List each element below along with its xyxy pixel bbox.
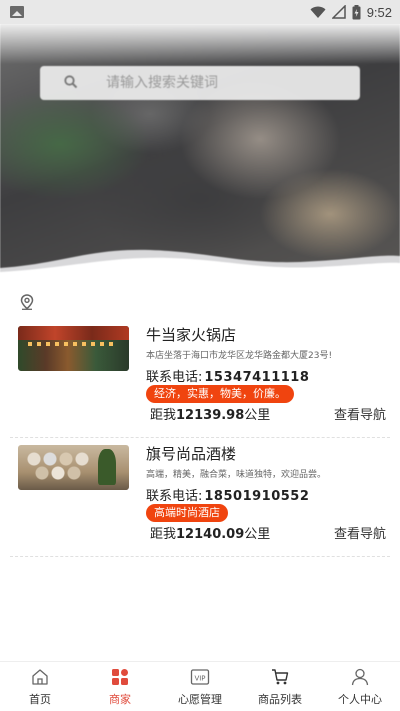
- shop-name[interactable]: 旗号尚品酒楼: [146, 443, 236, 464]
- shop-phone: 联系电话: 15347411118: [146, 366, 309, 385]
- shop-name[interactable]: 牛当家火锅店: [146, 324, 236, 345]
- tab-label: 心愿管理: [178, 693, 222, 706]
- shop-distance: 距我12140.09公里: [150, 527, 271, 542]
- tab-wishlist[interactable]: VIP 心愿管理: [160, 662, 240, 711]
- hero-banner: [0, 24, 400, 274]
- shop-description: 本店坐落于海口市龙华区龙华路金都大厦23号!: [146, 351, 333, 361]
- tab-label: 个人中心: [338, 693, 382, 706]
- phone-label: 联系电话:: [146, 370, 203, 385]
- shop-description: 高端，精美，融合菜，味道独特，欢迎品尝。: [146, 470, 327, 480]
- shop-list-item[interactable]: 牛当家火锅店 本店坐落于海口市龙华区龙华路金都大厦23号! 联系电话: 15347…: [10, 320, 390, 438]
- search-icon: [64, 75, 78, 89]
- location-row[interactable]: [20, 294, 34, 314]
- clock: 9:52: [366, 4, 392, 20]
- search-box[interactable]: [40, 66, 360, 100]
- distance-value: 12139.98: [176, 408, 245, 423]
- phone-label: 联系电话:: [146, 489, 203, 504]
- signal-icon: [331, 5, 346, 19]
- tab-label: 商家: [109, 693, 131, 706]
- cart-icon: [272, 669, 289, 685]
- user-icon: [351, 668, 369, 686]
- vip-card-icon: VIP: [190, 669, 210, 685]
- shop-grid-icon: [112, 669, 128, 685]
- tab-products[interactable]: 商品列表: [240, 662, 320, 711]
- shop-list-item[interactable]: 旗号尚品酒楼 高端，精美，融合菜，味道独特，欢迎品尝。 联系电话: 1850191…: [10, 439, 390, 557]
- hero-wave-divider: [0, 249, 400, 274]
- shop-thumbnail[interactable]: [18, 445, 129, 490]
- tab-label: 商品列表: [258, 693, 302, 706]
- phone-number[interactable]: 15347411118: [204, 370, 309, 385]
- image-icon: [10, 6, 24, 18]
- wifi-icon: [310, 6, 326, 18]
- distance-value: 12140.09: [176, 527, 245, 542]
- phone-number[interactable]: 18501910552: [204, 489, 309, 504]
- tab-profile[interactable]: 个人中心: [320, 662, 400, 711]
- shop-thumbnail[interactable]: [18, 326, 129, 371]
- shop-phone: 联系电话: 18501910552: [146, 485, 309, 504]
- status-bar: 9:52: [0, 0, 400, 24]
- svg-text:VIP: VIP: [194, 675, 205, 683]
- search-input[interactable]: [106, 66, 346, 100]
- tab-shops[interactable]: 商家: [80, 662, 160, 711]
- view-navigation-link[interactable]: 查看导航: [334, 523, 386, 542]
- tab-label: 首页: [29, 693, 51, 706]
- shop-tag: 经济，实惠，物美，价廉。: [146, 385, 294, 403]
- view-navigation-link[interactable]: 查看导航: [334, 404, 386, 423]
- shop-tag: 高端时尚酒店: [146, 504, 228, 522]
- location-pin-icon[interactable]: [20, 294, 34, 310]
- bottom-tab-bar: 首页 商家 VIP 心愿管理 商品列表 个人中心: [0, 661, 400, 711]
- shop-distance: 距我12139.98公里: [150, 408, 271, 423]
- battery-icon: [352, 4, 361, 19]
- status-indicators: 9:52: [310, 3, 392, 21]
- tab-home[interactable]: 首页: [0, 662, 80, 711]
- home-icon: [32, 669, 48, 685]
